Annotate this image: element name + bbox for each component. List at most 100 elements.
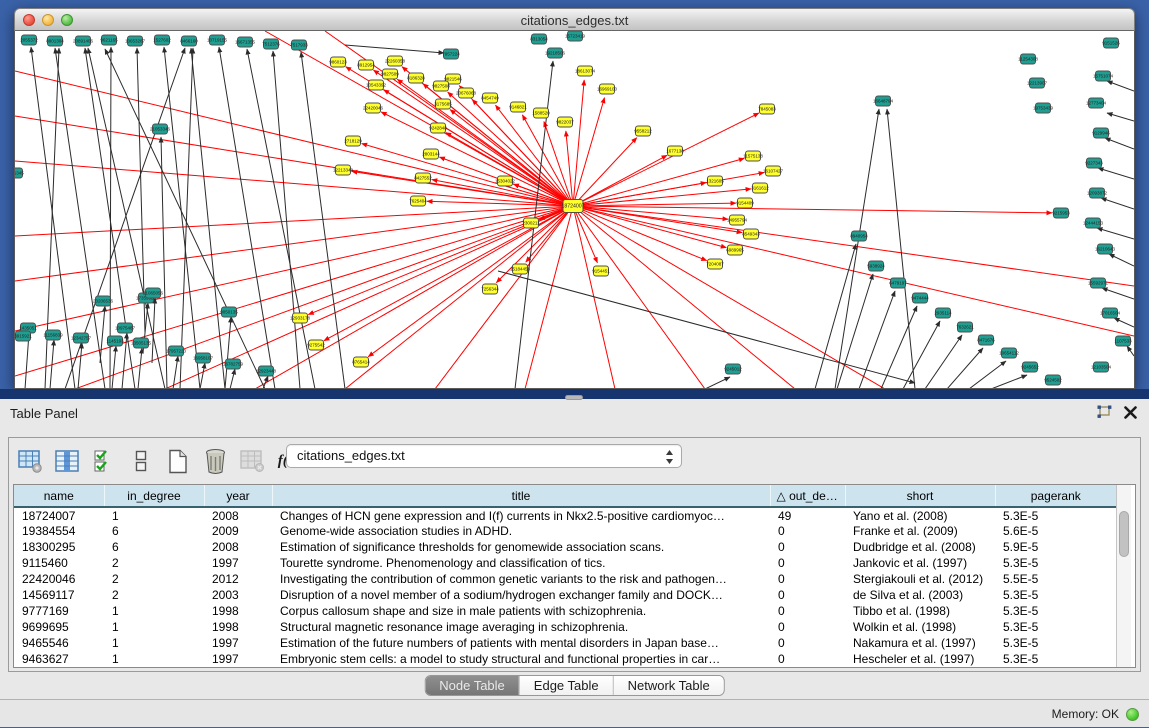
graph-edge[interactable] — [138, 348, 142, 389]
table-cell: Jankovic et al. (1997) — [845, 555, 995, 571]
row-tools-button[interactable] — [128, 448, 154, 474]
table-panel: Table Panel — [0, 399, 1149, 727]
table-row[interactable]: 1830029562008Estimation of significance … — [14, 539, 1116, 555]
graph-edge[interactable] — [15, 161, 573, 206]
graph-node-label: 16648794 — [873, 99, 894, 104]
graph-edge[interactable] — [1101, 198, 1134, 209]
graph-edge[interactable] — [573, 206, 885, 389]
table-row[interactable]: 946362711997Embryonic stem cells: a mode… — [14, 651, 1116, 667]
graph-edge[interactable] — [573, 183, 706, 206]
graph-edge[interactable] — [573, 113, 759, 206]
window-titlebar[interactable]: citations_edges.txt — [14, 8, 1135, 31]
graph-node-label: 16958107 — [193, 356, 214, 361]
close-panel-icon[interactable] — [1124, 406, 1137, 424]
table-cell: 2003 — [204, 587, 272, 603]
graph-node-label: 7204087 — [706, 262, 724, 267]
graph-node-label: 8186328 — [407, 76, 425, 81]
graph-node-label: 12342757 — [71, 336, 92, 341]
graph-edge[interactable] — [1098, 168, 1134, 179]
graph-edge[interactable] — [573, 206, 615, 389]
column-header-out_de[interactable]: △ out_de… — [770, 485, 845, 507]
graph-node-label: 9827509 — [381, 72, 399, 77]
table-cell: 0 — [770, 571, 845, 587]
create-column-button[interactable] — [165, 448, 191, 474]
graph-edge[interactable] — [991, 375, 1027, 389]
column-header-title[interactable]: title — [272, 485, 770, 507]
graph-edge[interactable] — [219, 47, 275, 389]
graph-node-label: 16969100 — [597, 87, 618, 92]
graph-edge[interactable] — [381, 112, 573, 206]
graph-edge[interactable] — [225, 317, 231, 389]
column-header-year[interactable]: year — [204, 485, 272, 507]
table-row[interactable]: 1872400712008Changes of HCN gene express… — [14, 507, 1116, 523]
graph-edge[interactable] — [498, 271, 915, 383]
graph-edge[interactable] — [152, 298, 155, 363]
vertical-scrollbar — [1116, 485, 1131, 667]
graph-edge[interactable] — [887, 109, 915, 389]
network-graph[interactable]: 2055372880130420891406962116510653287152… — [15, 31, 1134, 389]
graph-edge[interactable] — [859, 291, 895, 389]
graph-edge[interactable] — [345, 206, 573, 389]
graph-edge[interactable] — [705, 377, 730, 389]
table-row[interactable]: 2242004622012Investigating the contribut… — [14, 571, 1116, 587]
graph-edge[interactable] — [446, 133, 573, 206]
graph-edge[interactable] — [1127, 346, 1134, 356]
table-row[interactable]: 911546021997Tourette syndrome. Phenomeno… — [14, 555, 1116, 571]
graph-node-label: 1588520 — [532, 111, 550, 116]
graph-edge[interactable] — [1109, 254, 1134, 266]
scrollbar-thumb[interactable] — [1119, 511, 1129, 557]
select-columns-button[interactable] — [91, 448, 117, 474]
table-cell: 5.3E-5 — [995, 651, 1116, 667]
delete-columns-button[interactable] — [202, 448, 228, 474]
pane-resize-handle[interactable] — [565, 395, 583, 400]
graph-edge[interactable] — [573, 206, 795, 389]
graph-edge[interactable] — [1097, 228, 1134, 239]
graph-edge[interactable] — [815, 244, 856, 389]
graph-node-label: 9245652 — [1021, 365, 1039, 370]
tab-node-table[interactable]: Node Table — [425, 676, 519, 695]
table-row[interactable]: 946554611997Estimation of the future num… — [14, 635, 1116, 651]
table-row[interactable]: 1938455462009Genome-wide association stu… — [14, 523, 1116, 539]
graph-edge[interactable] — [881, 306, 917, 389]
graph-node-label: 8427552 — [414, 176, 432, 181]
network-canvas[interactable]: 2055372880130420891406962116510653287152… — [14, 31, 1135, 389]
tab-network-table[interactable]: Network Table — [613, 676, 724, 695]
column-header-pagerank[interactable]: pagerank — [995, 485, 1116, 507]
graph-node-label: 16210643 — [1095, 247, 1116, 252]
graph-edge[interactable] — [362, 144, 573, 206]
table-cell: 9463627 — [14, 651, 104, 667]
show-columns-button[interactable] — [54, 448, 80, 474]
graph-edge[interactable] — [200, 363, 205, 389]
graph-edge[interactable] — [525, 206, 573, 389]
graph-edge[interactable] — [1105, 138, 1134, 149]
table-row[interactable]: 977716911998Corpus callosum shape and si… — [14, 603, 1116, 619]
float-window-icon[interactable] — [1097, 405, 1112, 424]
table-selector-dropdown[interactable]: citations_edges.txt — [286, 444, 682, 468]
graph-node-label: 16107427 — [763, 169, 784, 174]
column-header-name[interactable]: name — [14, 485, 104, 507]
graph-node-label: 6989965 — [726, 248, 744, 253]
graph-edge[interactable] — [230, 369, 235, 389]
graph-edge[interactable] — [1107, 81, 1134, 91]
table-options-button[interactable] — [17, 448, 43, 474]
graph-edge[interactable] — [345, 45, 444, 53]
column-header-short[interactable]: short — [845, 485, 995, 507]
table-row[interactable]: 1456911722003Disruption of a novel membe… — [14, 587, 1116, 603]
graph-node-label: 1677138 — [666, 149, 684, 154]
graph-edge[interactable] — [435, 206, 573, 389]
graph-edge[interactable] — [925, 335, 962, 389]
graph-edge[interactable] — [247, 49, 315, 389]
graph-edge[interactable] — [1102, 288, 1134, 299]
graph-edge[interactable] — [191, 48, 225, 389]
graph-edge[interactable] — [1107, 113, 1134, 121]
graph-edge[interactable] — [100, 306, 105, 363]
column-header-in_degree[interactable]: in_degree — [104, 485, 204, 507]
graph-edge[interactable] — [112, 346, 116, 389]
graph-edge[interactable] — [903, 321, 940, 389]
tab-edge-table[interactable]: Edge Table — [519, 676, 613, 695]
table-row[interactable]: 969969511998Structural magnetic resonanc… — [14, 619, 1116, 635]
graph-node-label: 8801304 — [46, 39, 64, 44]
graph-edge[interactable] — [1114, 318, 1134, 327]
graph-edge[interactable] — [105, 49, 265, 389]
import-table-disabled-button[interactable] — [239, 448, 265, 474]
